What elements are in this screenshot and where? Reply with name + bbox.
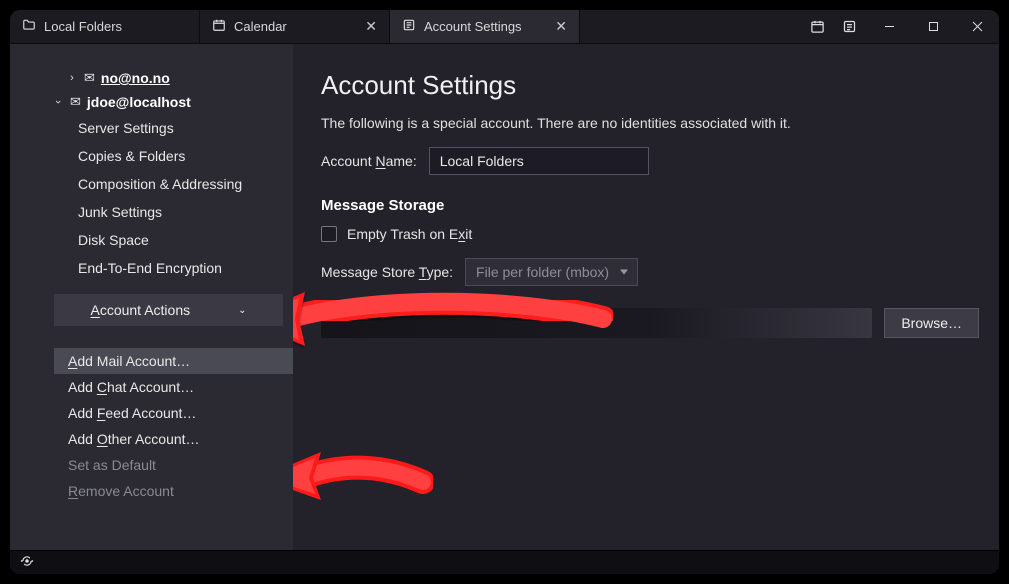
account-label: jdoe@localhost <box>87 94 191 110</box>
app-window: Local Folders Calendar ✕ Account Setting… <box>10 10 999 574</box>
page-title: Account Settings <box>321 70 979 101</box>
empty-trash-checkbox[interactable] <box>321 226 337 242</box>
status-bar <box>10 550 999 574</box>
mail-icon: ✉ <box>84 70 95 86</box>
close-icon[interactable]: ✕ <box>365 18 377 35</box>
local-directory-row: Browse… <box>321 308 979 338</box>
sidebar-item-junk[interactable]: Junk Settings <box>22 198 293 226</box>
message-storage-heading: Message Storage <box>321 197 979 214</box>
account-name-input[interactable] <box>429 147 649 175</box>
accounts-tree: › ✉ no@no.no › ✉ jdoe@localhost Server S… <box>10 62 293 288</box>
local-directory-field[interactable] <box>321 308 872 338</box>
account-name-label: Account Name: <box>321 153 417 169</box>
sidebar-item-e2e[interactable]: End-To-End Encryption <box>22 254 293 282</box>
store-type-select[interactable]: File per folder (mbox) <box>465 258 638 286</box>
store-type-row: Message Store Type: File per folder (mbo… <box>321 258 979 286</box>
sync-icon[interactable] <box>20 554 34 571</box>
tab-account-settings[interactable]: Account Settings ✕ <box>390 10 580 43</box>
store-type-value: File per folder (mbox) <box>476 264 609 280</box>
account-item[interactable]: › ✉ no@no.no <box>22 66 293 90</box>
browse-button[interactable]: Browse… <box>884 308 979 338</box>
mail-icon: ✉ <box>70 94 81 110</box>
chevron-down-icon: › <box>52 96 64 108</box>
account-context-menu: Add Mail Account… Add Chat Account… Add … <box>54 348 293 504</box>
annotation-arrow <box>293 434 433 504</box>
settings-page-icon <box>402 18 416 35</box>
chevron-down-icon: ⌄ <box>238 305 246 316</box>
sidebar-item-copies-folders[interactable]: Copies & Folders <box>22 142 293 170</box>
minimize-button[interactable] <box>867 10 911 44</box>
chevron-right-icon: › <box>66 72 78 84</box>
menu-add-feed-account[interactable]: Add Feed Account… <box>54 400 293 426</box>
tab-local-folders[interactable]: Local Folders <box>10 10 200 43</box>
account-item[interactable]: › ✉ jdoe@localhost <box>22 90 293 114</box>
window-controls <box>867 10 999 43</box>
close-icon[interactable]: ✕ <box>555 18 567 35</box>
tab-label: Local Folders <box>44 19 122 34</box>
content-pane: Account Settings The following is a spec… <box>293 44 999 550</box>
menu-label: dd Mail Account… <box>77 353 190 369</box>
page-description: The following is a special account. Ther… <box>321 115 979 131</box>
tab-calendar[interactable]: Calendar ✕ <box>200 10 390 43</box>
account-label: no@no.no <box>101 70 170 86</box>
store-type-label: Message Store Type: <box>321 264 453 280</box>
calendar-toolbar-icon[interactable] <box>803 13 831 41</box>
toolbar-icons <box>799 10 867 43</box>
sidebar-item-disk-space[interactable]: Disk Space <box>22 226 293 254</box>
sidebar-item-server-settings[interactable]: Server Settings <box>22 114 293 142</box>
empty-trash-row: Empty Trash on Exit <box>321 226 979 242</box>
tab-label: Account Settings <box>424 19 522 34</box>
accounts-sidebar: › ✉ no@no.no › ✉ jdoe@localhost Server S… <box>10 44 293 550</box>
menu-add-mail-account[interactable]: Add Mail Account… <box>54 348 293 374</box>
menu-add-other-account[interactable]: Add Other Account… <box>54 426 293 452</box>
account-actions-button[interactable]: Account Actions ⌄ <box>54 294 283 326</box>
tab-spacer <box>580 10 799 43</box>
empty-trash-label: Empty Trash on Exit <box>347 226 472 242</box>
account-actions-label: ccount Actions <box>100 302 190 318</box>
tasks-toolbar-icon[interactable] <box>835 13 863 41</box>
menu-set-default: Set as Default <box>54 452 293 478</box>
menu-remove-account: Remove Account <box>54 478 293 504</box>
calendar-icon <box>212 18 226 35</box>
tab-bar: Local Folders Calendar ✕ Account Setting… <box>10 10 999 44</box>
tab-label: Calendar <box>234 19 287 34</box>
close-window-button[interactable] <box>955 10 999 44</box>
account-name-row: Account Name: <box>321 147 979 175</box>
maximize-button[interactable] <box>911 10 955 44</box>
main-area: › ✉ no@no.no › ✉ jdoe@localhost Server S… <box>10 44 999 550</box>
menu-add-chat-account[interactable]: Add Chat Account… <box>54 374 293 400</box>
sidebar-item-composition[interactable]: Composition & Addressing <box>22 170 293 198</box>
folder-icon <box>22 18 36 35</box>
